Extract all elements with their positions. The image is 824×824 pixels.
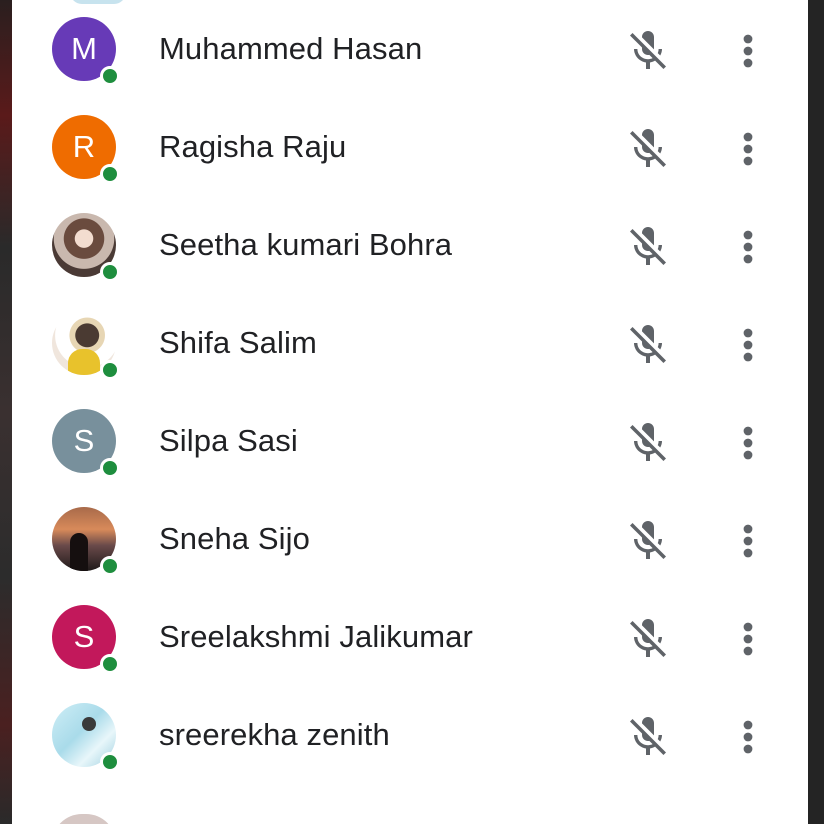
participant-name: sreerekha zenith [159,717,390,752]
more-options-icon[interactable] [728,27,768,75]
more-options-icon[interactable] [728,223,768,271]
mic-off-icon[interactable] [624,27,672,75]
participant-row-ragisha-raju[interactable]: R Ragisha Raju [12,115,808,213]
participant-row-seetha-kumari-bohra[interactable]: Seetha kumari Bohra [12,213,808,311]
mic-off-icon[interactable] [624,223,672,271]
participant-row-muhammed-hasan[interactable]: M Muhammed Hasan [12,17,808,115]
more-options-icon[interactable] [728,713,768,761]
participant-row-shifa-salim[interactable]: Shifa Salim [12,311,808,409]
participant-name: Muhammed Hasan [159,31,423,66]
participants-panel: M Muhammed Hasan R Ragisha Raju Seetha k… [12,0,808,824]
participant-name: Sneha Sijo [159,521,310,556]
online-status-indicator [100,556,120,576]
mic-off-icon[interactable] [624,125,672,173]
background-video-strip [0,0,12,824]
participant-row-sneha-sijo[interactable]: Sneha Sijo [12,507,808,605]
participant-name: Shifa Salim [159,325,317,360]
more-options-icon[interactable] [728,615,768,663]
mic-off-icon[interactable] [624,615,672,663]
participant-name: Sreelakshmi Jalikumar [159,619,473,654]
avatar-partial-top [70,0,126,4]
avatar-initial: S [73,619,95,654]
participant-row-sreelakshmi-jalikumar[interactable]: S Sreelakshmi Jalikumar [12,605,808,703]
mic-off-icon[interactable] [624,517,672,565]
avatar-initial: R [72,129,96,164]
mic-off-icon[interactable] [624,419,672,467]
avatar-initial: S [73,423,95,458]
avatar-initial: M [71,31,97,66]
participant-row-sreerekha-zenith[interactable]: sreerekha zenith [12,703,808,801]
more-options-icon[interactable] [728,125,768,173]
participant-name: Seetha kumari Bohra [159,227,453,262]
background-edge [808,0,824,824]
online-status-indicator [100,458,120,478]
online-status-indicator [100,654,120,674]
online-status-indicator [100,360,120,380]
more-options-icon[interactable] [728,321,768,369]
online-status-indicator [100,164,120,184]
more-options-icon[interactable] [728,517,768,565]
participant-name: Ragisha Raju [159,129,347,164]
mic-off-icon[interactable] [624,713,672,761]
online-status-indicator [100,752,120,772]
mic-off-icon[interactable] [624,321,672,369]
avatar-partial-bottom [52,814,116,824]
participant-name: Silpa Sasi [159,423,298,458]
participant-list: M Muhammed Hasan R Ragisha Raju Seetha k… [12,17,808,801]
more-options-icon[interactable] [728,419,768,467]
online-status-indicator [100,66,120,86]
participant-row-silpa-sasi[interactable]: S Silpa Sasi [12,409,808,507]
online-status-indicator [100,262,120,282]
